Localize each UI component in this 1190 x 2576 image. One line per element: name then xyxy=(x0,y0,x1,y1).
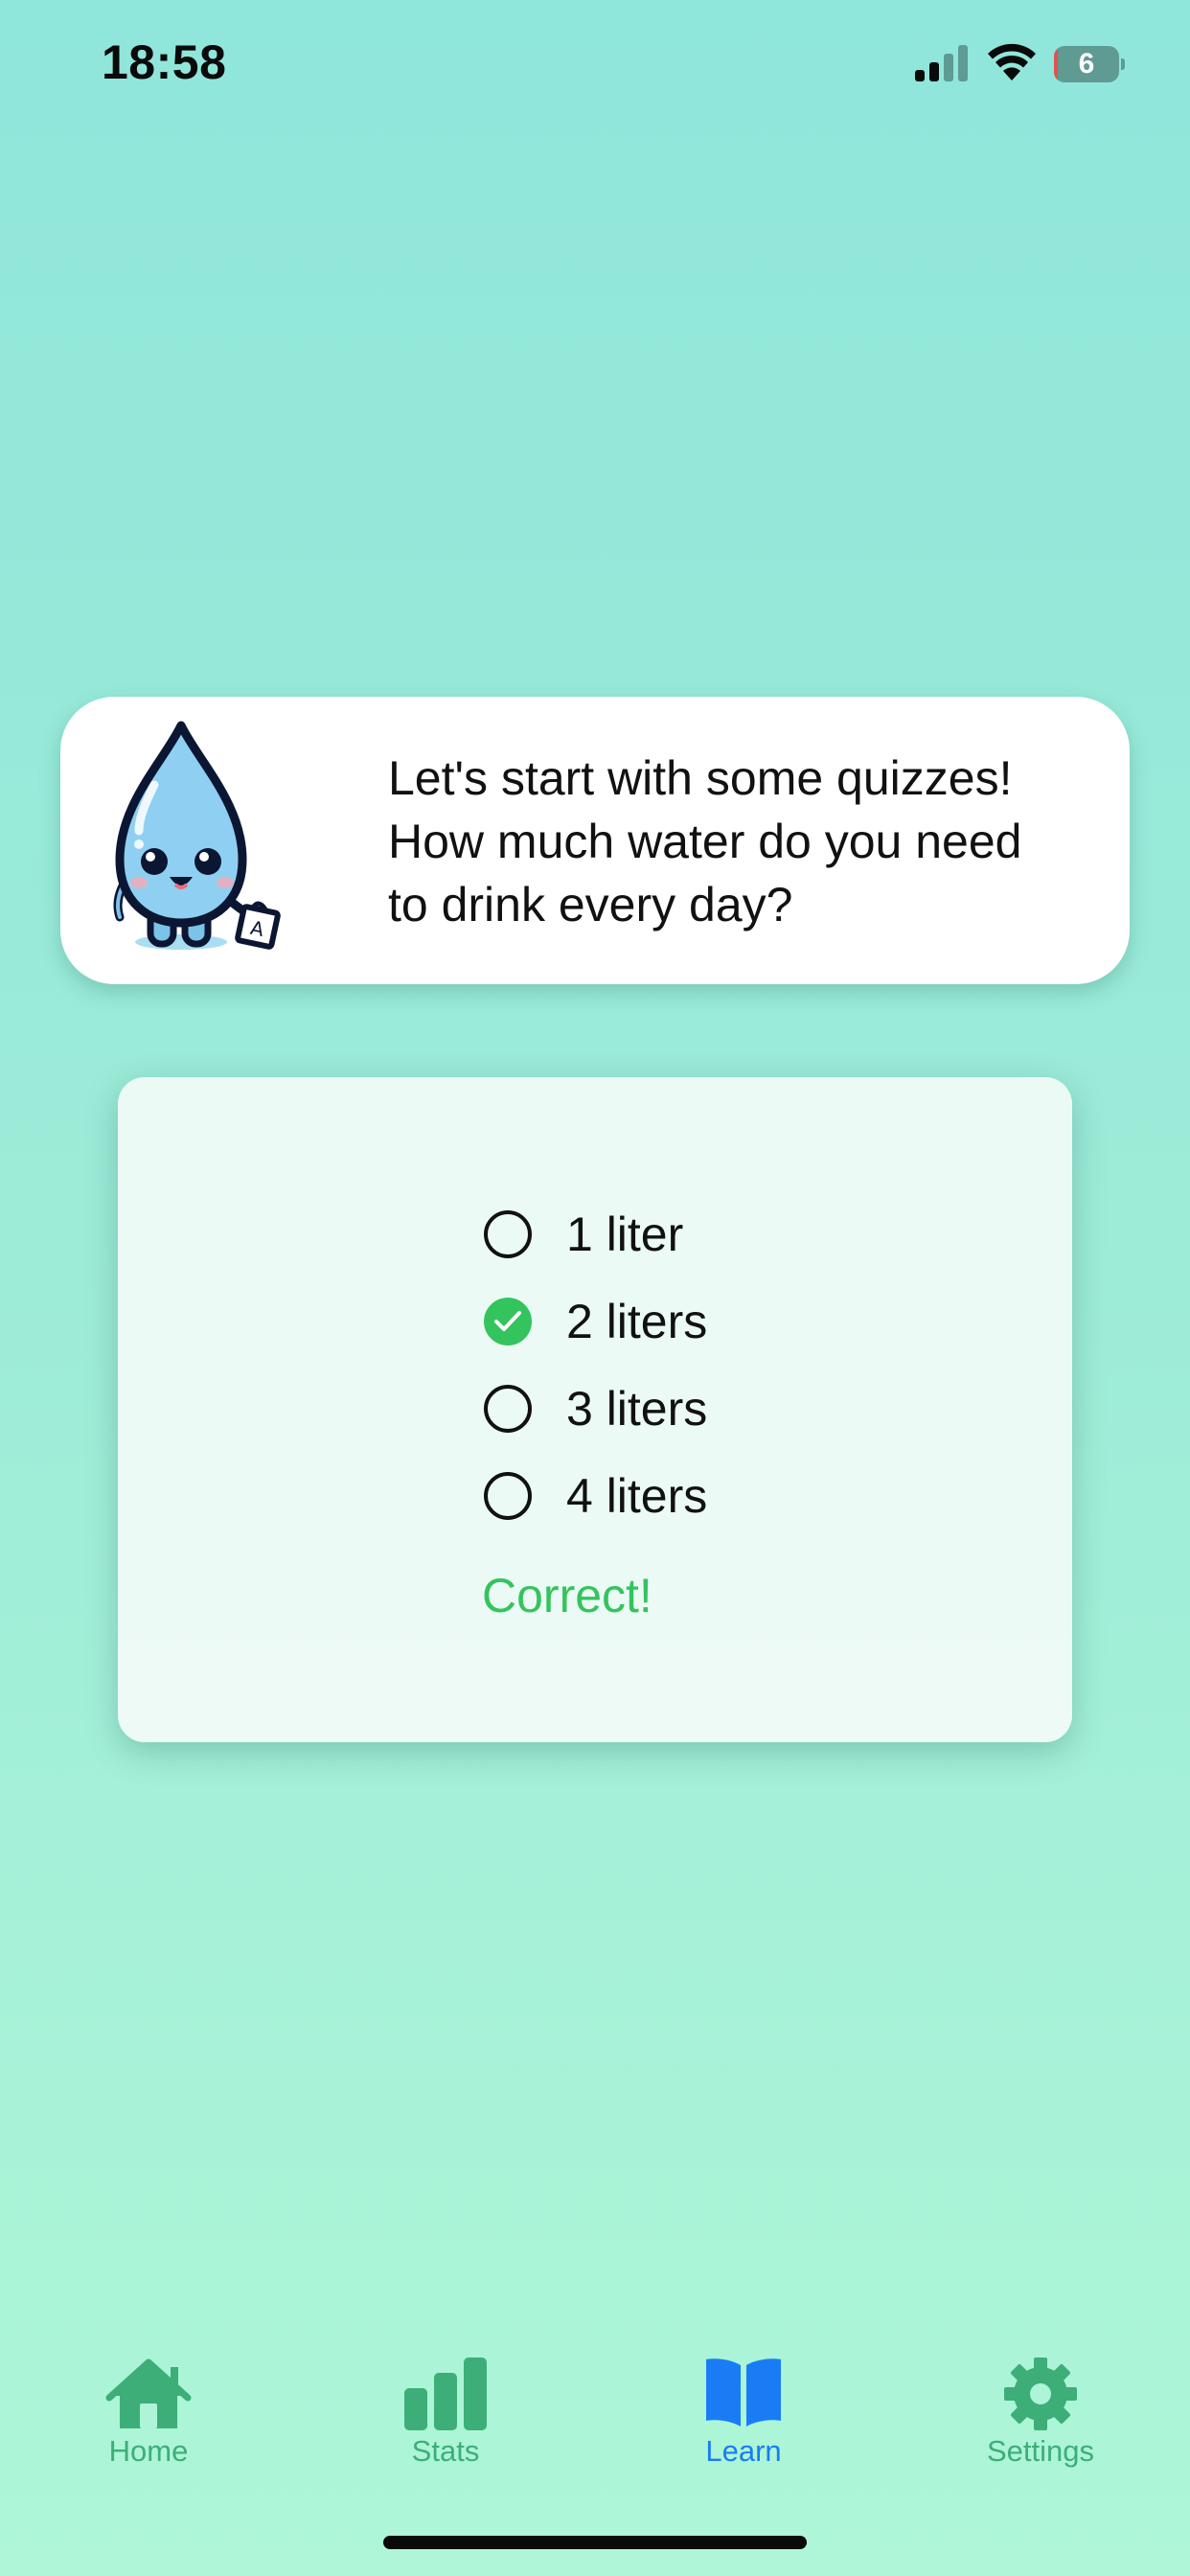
message-line: How much water do you need xyxy=(388,815,1022,868)
home-indicator[interactable] xyxy=(383,2536,807,2549)
gear-icon xyxy=(1004,2358,1077,2430)
tab-stats[interactable]: Stats xyxy=(331,2319,561,2482)
option-label: 3 liters xyxy=(566,1381,708,1436)
battery-level: 6 xyxy=(1078,48,1095,80)
signal-icon xyxy=(915,45,968,81)
battery-icon: 6 xyxy=(1054,46,1125,82)
radio-checked-icon[interactable] xyxy=(484,1297,532,1346)
answer-feedback: Correct! xyxy=(482,1569,652,1622)
radio-unchecked-icon[interactable] xyxy=(484,1209,532,1258)
open-book-icon xyxy=(706,2358,781,2426)
answer-options: 1 liter 2 liters 3 liters 4 liters xyxy=(484,1190,707,1539)
tab-settings[interactable]: Settings xyxy=(926,2319,1156,2482)
bar-chart-icon xyxy=(404,2358,487,2430)
answer-option-3-liters[interactable]: 3 liters xyxy=(484,1365,707,1452)
checkmark-icon xyxy=(494,1310,521,1331)
tab-learn[interactable]: Learn xyxy=(629,2319,858,2482)
message-line: to drink every day? xyxy=(388,878,793,932)
battery-cap xyxy=(1121,58,1125,70)
tab-label: Settings xyxy=(986,2434,1094,2468)
tab-label: Stats xyxy=(411,2434,480,2468)
answer-option-2-liters[interactable]: 2 liters xyxy=(484,1277,707,1365)
option-label: 2 liters xyxy=(566,1294,708,1348)
quiz-question: Let's start with some quizzes! How much … xyxy=(388,747,1078,936)
water-drop-mascot-icon: A xyxy=(113,721,281,950)
tab-bar: Home Stats Learn Settings xyxy=(0,2319,1190,2492)
tab-label: Home xyxy=(108,2434,189,2468)
house-icon xyxy=(105,2358,192,2428)
option-label: 4 liters xyxy=(566,1468,708,1523)
battery-body: 6 xyxy=(1054,46,1119,82)
status-time: 18:58 xyxy=(102,35,227,89)
message-card: A Let's start with some quizzes! How muc… xyxy=(60,697,1130,984)
message-line: Let's start with some quizzes! xyxy=(388,751,1013,805)
quiz-card: 1 liter 2 liters 3 liters 4 liters Corre… xyxy=(118,1077,1072,1742)
tab-home[interactable]: Home xyxy=(34,2319,263,2482)
answer-option-4-liters[interactable]: 4 liters xyxy=(484,1452,707,1539)
option-label: 1 liter xyxy=(566,1207,684,1261)
answer-option-1-liter[interactable]: 1 liter xyxy=(484,1190,707,1277)
wifi-icon xyxy=(988,43,1036,80)
radio-unchecked-icon[interactable] xyxy=(484,1384,532,1433)
status-bar: 18:58 6 xyxy=(0,0,1190,134)
tab-label: Learn xyxy=(705,2434,782,2468)
radio-unchecked-icon[interactable] xyxy=(484,1471,532,1520)
